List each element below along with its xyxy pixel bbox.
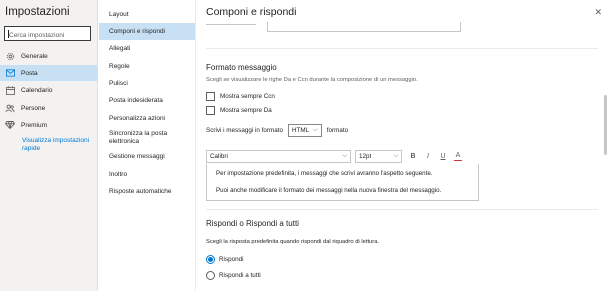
message-preview-editor[interactable]: Per impostazione predefinita, i messaggi… xyxy=(206,164,479,201)
nav-item-persone[interactable]: Persone xyxy=(0,100,97,116)
bold-button[interactable]: B xyxy=(409,153,417,160)
subnav-item-layout[interactable]: Layout xyxy=(99,11,195,19)
compose-prefix: Scrivi i messaggi in formato xyxy=(206,127,283,134)
compose-format-value: HTML xyxy=(292,127,310,134)
compose-format-row: Scrivi i messaggi in formato HTML ⌵ form… xyxy=(206,124,348,137)
nav-item-posta[interactable]: Posta xyxy=(0,65,97,81)
search-placeholder: Cerca impostazioni xyxy=(9,32,65,39)
font-color-button[interactable]: A xyxy=(454,152,462,161)
subnav-item-sincronizza[interactable]: Sincronizza la posta elettronica xyxy=(99,130,189,146)
font-family-value: Calibri xyxy=(210,152,228,160)
checkbox-box[interactable] xyxy=(206,92,215,101)
nav-item-label: Persone xyxy=(21,104,46,112)
nav-item-generale[interactable]: Generale xyxy=(0,48,97,64)
page-title: Componi e rispondi xyxy=(206,6,297,18)
vertical-scrollbar[interactable] xyxy=(604,95,607,155)
people-icon xyxy=(5,103,15,113)
preview-line: Puoi anche modificare il formato dei mes… xyxy=(216,187,442,194)
settings-content: Componi e rispondi ✕ Formato messaggio S… xyxy=(197,0,610,291)
checkbox-show-da[interactable]: Mostra sempre Da xyxy=(206,106,272,115)
subnav-item-posta-indesiderata[interactable]: Posta indesiderata xyxy=(99,97,195,105)
subnav-item-label: Componi e rispondi xyxy=(109,27,166,35)
format-toolbar: Calibri ⌵ 12pt ⌵ B I U A xyxy=(206,149,476,163)
preview-line: Per impostazione predefinita, i messaggi… xyxy=(216,170,433,177)
settings-nav: Impostazioni Cerca impostazioni Generale… xyxy=(0,0,98,291)
subnav-item-personalizza-azioni[interactable]: Personalizza azioni xyxy=(99,115,195,123)
nav-item-label: Generale xyxy=(21,52,48,60)
section-divider xyxy=(206,48,598,49)
radio-button-selected[interactable] xyxy=(206,255,215,264)
section-divider xyxy=(206,209,598,210)
radio-rispondi-a-tutti[interactable]: Rispondi a tutti xyxy=(206,271,261,280)
font-family-select[interactable]: Calibri ⌵ xyxy=(206,149,351,163)
chevron-down-icon: ⌵ xyxy=(313,127,318,133)
reply-heading: Rispondi o Rispondi a tutti xyxy=(206,219,299,228)
mail-settings-subnav: Layout Componi e rispondi Allegati Regol… xyxy=(99,0,196,291)
checkbox-label: Mostra sempre Ccn xyxy=(220,93,275,100)
nav-item-calendario[interactable]: Calendario xyxy=(0,82,97,98)
nav-item-premium[interactable]: Premium xyxy=(0,117,97,133)
checkbox-show-ccn[interactable]: Mostra sempre Ccn xyxy=(206,92,275,101)
subnav-item-allegati[interactable]: Allegati xyxy=(99,45,195,53)
gear-icon xyxy=(5,51,15,61)
subnav-item-regole[interactable]: Regole xyxy=(99,63,195,71)
subnav-item-componi[interactable]: Componi e rispondi xyxy=(99,23,195,40)
subnav-item-risposte-automatiche[interactable]: Risposte automatiche xyxy=(99,188,195,196)
radio-label: Rispondi a tutti xyxy=(219,272,261,279)
diamond-icon xyxy=(5,120,15,130)
chevron-down-icon: ⌵ xyxy=(342,152,347,159)
subnav-item-pulisci[interactable]: Pulisci xyxy=(99,80,195,88)
cut-off-field[interactable] xyxy=(267,22,461,32)
calendar-icon xyxy=(5,85,15,95)
nav-item-label: Posta xyxy=(21,69,38,77)
close-icon[interactable]: ✕ xyxy=(594,7,602,18)
compose-format-select[interactable]: HTML ⌵ xyxy=(288,124,322,137)
search-settings-input[interactable]: Cerca impostazioni xyxy=(4,26,91,41)
radio-button[interactable] xyxy=(206,271,215,280)
subnav-item-gestione-messaggi[interactable]: Gestione messaggi xyxy=(99,153,195,161)
format-description: Scegli se visualizzare le righe Da e Ccn… xyxy=(206,77,418,83)
cut-off-label xyxy=(206,22,256,25)
font-size-select[interactable]: 12pt ⌵ xyxy=(355,149,402,163)
nav-item-label: Premium xyxy=(21,121,48,129)
nav-item-label: Calendario xyxy=(21,86,53,94)
subnav-item-inoltro[interactable]: Inoltro xyxy=(99,171,195,179)
underline-button[interactable]: U xyxy=(439,153,447,160)
format-heading: Formato messaggio xyxy=(206,63,277,72)
reply-description: Scegli la risposta predefinita quando ri… xyxy=(206,239,380,245)
quick-settings-link[interactable]: Visualizza impostazioni rapide xyxy=(22,137,92,153)
chevron-down-icon: ⌵ xyxy=(393,152,398,159)
italic-button[interactable]: I xyxy=(424,153,432,160)
radio-rispondi[interactable]: Rispondi xyxy=(206,255,244,264)
checkbox-box[interactable] xyxy=(206,106,215,115)
mail-icon xyxy=(5,68,15,78)
font-size-value: 12pt xyxy=(359,152,372,160)
settings-title: Impostazioni xyxy=(5,6,70,18)
checkbox-label: Mostra sempre Da xyxy=(220,107,272,114)
compose-suffix: formato xyxy=(326,127,349,134)
radio-label: Rispondi xyxy=(219,256,244,263)
